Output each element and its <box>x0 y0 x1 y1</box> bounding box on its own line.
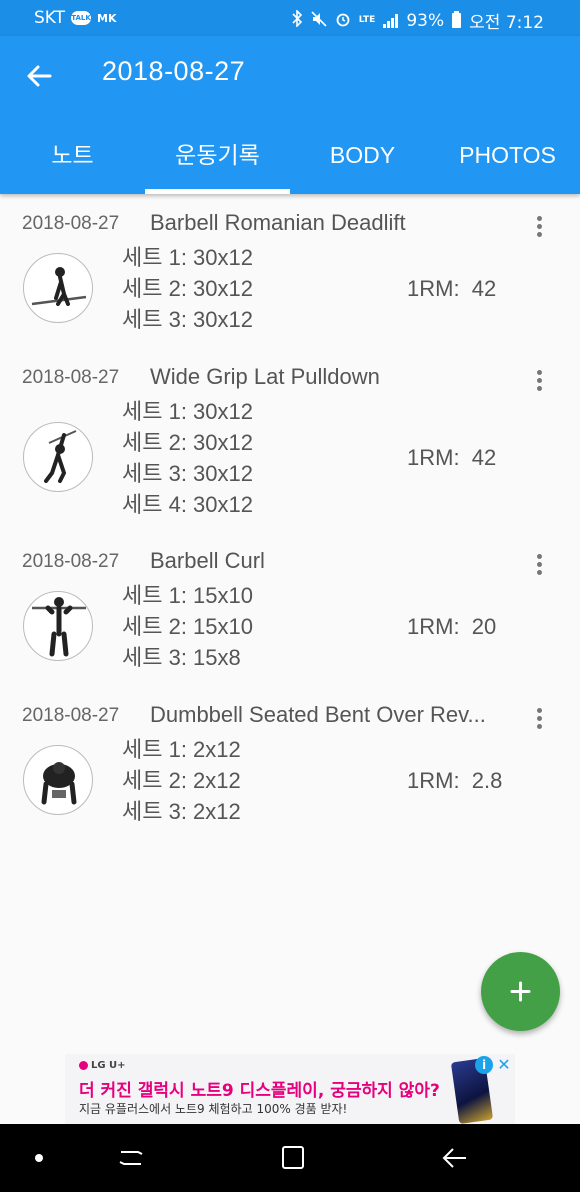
battery-icon <box>452 11 462 28</box>
set-line: 세트 3: 30x12 <box>122 461 253 486</box>
set-line: 세트 1: 2x12 <box>122 737 241 762</box>
one-rm-value: 42 <box>471 445 497 470</box>
mk-icon: MK <box>97 11 117 25</box>
workout-date: 2018-08-27 <box>22 367 120 388</box>
tab-body[interactable]: BODY <box>290 132 435 194</box>
recent-apps-icon[interactable] <box>114 1144 148 1172</box>
set-line: 세트 1: 15x10 <box>122 583 253 608</box>
set-line: 세트 4: 30x12 <box>122 492 253 517</box>
set-line: 세트 2: 2x12 <box>122 768 241 793</box>
set-line: 세트 3: 2x12 <box>122 799 241 824</box>
tab-bar: 노트 운동기록 BODY PHOTOS <box>0 132 580 194</box>
exercise-thumbnail <box>23 745 93 815</box>
workout-entry[interactable]: 2018-08-27 Barbell Romanian Deadlift 세트 … <box>0 208 580 348</box>
ad-banner[interactable]: LG U+ 더 커진 갤럭시 노트9 디스플레이, 궁금하지 않아? 지금 유플… <box>65 1054 515 1124</box>
status-left: SKT TALK MK <box>34 8 117 28</box>
plus-icon <box>510 981 531 1002</box>
set-list: 세트 1: 30x12 세트 2: 30x12 세트 3: 30x12 <box>122 242 253 335</box>
workout-entry[interactable]: 2018-08-27 Wide Grip Lat Pulldown 세트 1: … <box>0 362 580 532</box>
workout-entry[interactable]: 2018-08-27 Barbell Curl 세트 1: 15x10 세트 2… <box>0 546 580 686</box>
dot-icon[interactable] <box>22 1144 56 1172</box>
lte-icon: LTE <box>358 15 376 25</box>
workout-date: 2018-08-27 <box>22 213 120 234</box>
tab-indicator <box>145 189 290 194</box>
one-rm-label: 1RM: <box>407 614 460 639</box>
exercise-thumbnail <box>23 253 93 323</box>
tab-workout-log[interactable]: 운동기록 <box>145 132 290 194</box>
workout-name: Dumbbell Seated Bent Over Rev... <box>150 702 486 727</box>
set-list: 세트 1: 15x10 세트 2: 15x10 세트 3: 15x8 <box>122 580 253 673</box>
set-line: 세트 1: 30x12 <box>122 399 253 424</box>
one-rm-label: 1RM: <box>407 768 460 793</box>
one-rm: 1RM: 2.8 <box>407 768 502 794</box>
workout-entry[interactable]: 2018-08-27 Dumbbell Seated Bent Over Rev… <box>0 700 580 840</box>
set-line: 세트 2: 30x12 <box>122 430 253 455</box>
arrow-left-icon[interactable] <box>24 60 56 92</box>
one-rm: 1RM: 42 <box>407 276 496 302</box>
status-right: LTE 93% 오전 7:12 <box>292 8 544 33</box>
set-line: 세트 3: 30x12 <box>122 307 253 332</box>
exercise-thumbnail <box>23 422 93 492</box>
set-line: 세트 2: 30x12 <box>122 276 253 301</box>
info-icon[interactable]: i <box>475 1056 493 1074</box>
workout-name: Wide Grip Lat Pulldown <box>150 364 380 389</box>
more-vertical-icon[interactable] <box>528 552 550 582</box>
close-icon[interactable]: ✕ <box>495 1056 513 1074</box>
tab-photos[interactable]: PHOTOS <box>435 132 580 194</box>
home-icon[interactable] <box>276 1144 310 1172</box>
set-line: 세트 3: 15x8 <box>122 645 241 670</box>
ad-subtext: 지금 유플러스에서 노트9 체험하고 100% 경품 받자! <box>79 1102 348 1116</box>
kakaotalk-icon: TALK <box>71 11 92 25</box>
back-icon[interactable] <box>438 1144 472 1172</box>
ad-headline: 더 커진 갤럭시 노트9 디스플레이, 궁금하지 않아? <box>79 1081 440 1101</box>
one-rm-value: 20 <box>471 614 497 639</box>
set-list: 세트 1: 30x12 세트 2: 30x12 세트 3: 30x12 세트 4… <box>122 396 253 520</box>
alarm-icon <box>335 11 351 31</box>
ad-brand: LG U+ <box>79 1060 126 1071</box>
one-rm-label: 1RM: <box>407 445 460 470</box>
one-rm: 1RM: 20 <box>407 614 496 640</box>
bluetooth-icon <box>292 9 303 31</box>
more-vertical-icon[interactable] <box>528 706 550 736</box>
one-rm-value: 42 <box>471 276 497 301</box>
more-vertical-icon[interactable] <box>528 214 550 244</box>
workout-name: Barbell Romanian Deadlift <box>150 210 406 235</box>
one-rm-label: 1RM: <box>407 276 460 301</box>
lgu-logo-icon <box>79 1060 88 1070</box>
set-line: 세트 1: 30x12 <box>122 245 253 270</box>
carrier-label: SKT <box>34 8 66 28</box>
tab-notes[interactable]: 노트 <box>0 132 145 194</box>
signal-icon <box>383 13 399 28</box>
add-workout-button[interactable] <box>481 952 560 1031</box>
set-list: 세트 1: 2x12 세트 2: 2x12 세트 3: 2x12 <box>122 734 241 827</box>
page-title: 2018-08-27 <box>102 56 246 86</box>
workout-date: 2018-08-27 <box>22 551 120 572</box>
clock: 오전 7:12 <box>469 13 544 33</box>
battery-percent: 93% <box>406 10 445 31</box>
mute-icon <box>311 10 327 31</box>
system-nav-bar <box>0 1124 580 1192</box>
app-bar: 2018-08-27 노트 운동기록 BODY PHOTOS <box>0 36 580 194</box>
workout-date: 2018-08-27 <box>22 705 120 726</box>
set-line: 세트 2: 15x10 <box>122 614 253 639</box>
one-rm: 1RM: 42 <box>407 445 496 471</box>
more-vertical-icon[interactable] <box>528 368 550 398</box>
one-rm-value: 2.8 <box>471 768 503 793</box>
exercise-thumbnail <box>23 591 93 661</box>
workout-name: Barbell Curl <box>150 548 265 573</box>
status-bar: SKT TALK MK LTE 93% 오전 7:12 <box>0 0 580 36</box>
